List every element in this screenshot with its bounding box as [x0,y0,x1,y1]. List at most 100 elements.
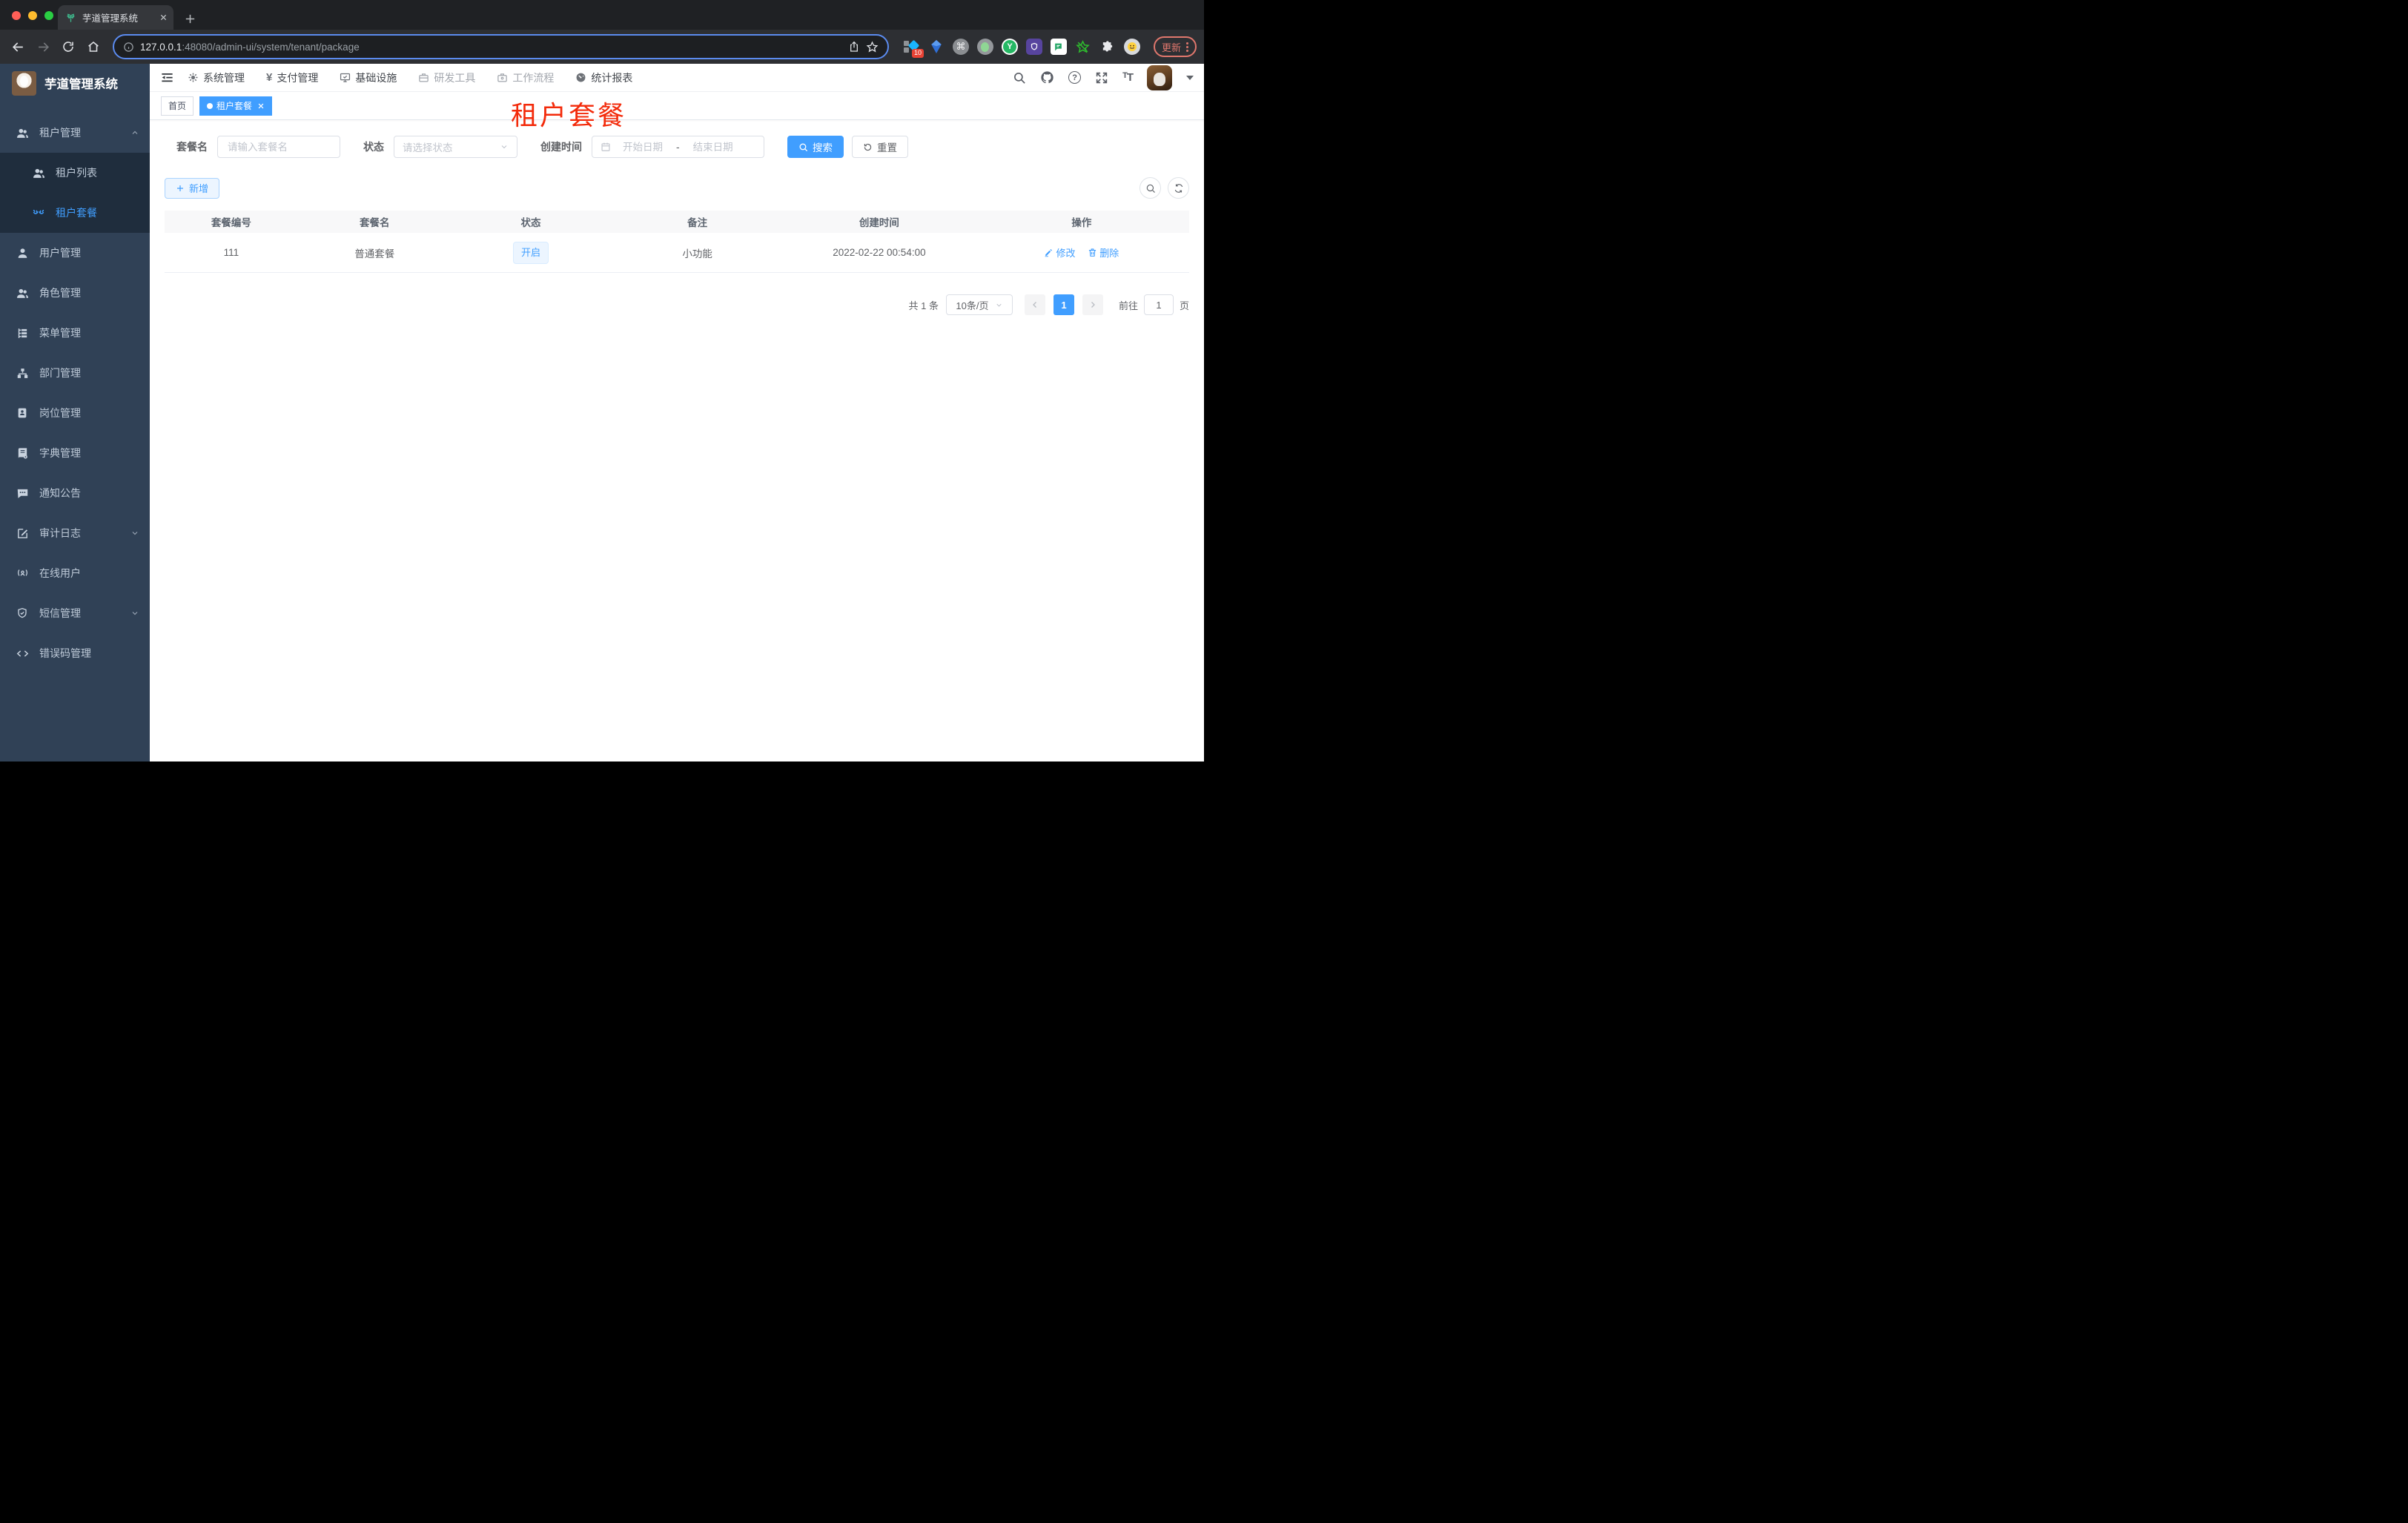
share-icon[interactable] [848,41,860,53]
emoji-extension-icon[interactable] [1123,39,1140,55]
zoom-window-button[interactable] [44,11,53,20]
site-info-icon[interactable] [123,42,134,53]
shield-check-icon [16,607,29,619]
chat-extension-icon[interactable] [1050,39,1067,55]
data-table: 套餐编号 套餐名 状态 备注 创建时间 操作 111 普通套餐 开启 小功能 2… [165,211,1189,273]
update-label: 更新 [1161,42,1181,53]
extension-badge: 10 [911,49,924,58]
sidebar-item-tenant-package[interactable]: 租户套餐 [0,193,150,233]
sidebar-item-sms-management[interactable]: 短信管理 [0,593,150,633]
cell-status: 开启 [452,241,610,264]
github-icon[interactable] [1040,70,1054,85]
sidebar-item-error-code[interactable]: 错误码管理 [0,633,150,673]
yuque-extension-icon[interactable]: Y [1001,39,1018,55]
end-date-input[interactable] [685,140,741,153]
home-icon[interactable] [83,36,104,57]
bookmark-star-icon[interactable] [866,41,879,53]
recorder-extension-icon[interactable] [976,39,993,55]
new-tab-button[interactable] [184,13,196,25]
page-number-button[interactable]: 1 [1053,294,1074,315]
next-page-button[interactable] [1082,294,1103,315]
tag-close-icon[interactable] [257,102,265,110]
avatar-caret-down-icon[interactable] [1186,75,1194,80]
topnav-item-infrastructure[interactable]: 基础设施 [340,70,397,85]
evernote-star-extension-icon[interactable] [1075,39,1091,55]
forward-icon[interactable] [33,36,53,57]
extensions-area: 10 ⌘ Y [903,39,1140,58]
sidebar-submenu-tenant: 租户列表 租户套餐 [0,153,150,233]
start-date-input[interactable] [615,140,670,153]
delete-link[interactable]: 删除 [1088,245,1119,260]
topnav-item-dev-tools[interactable]: 研发工具 [418,70,475,85]
browser-tab[interactable]: 芋道管理系统 [58,5,173,30]
topnav-item-payment[interactable]: ¥ 支付管理 [266,70,318,85]
goto-page: 前往 页 [1119,294,1189,315]
sidebar-item-tenant-list[interactable]: 租户列表 [0,153,150,193]
edit-link[interactable]: 修改 [1044,245,1075,260]
main-area: 系统管理 ¥ 支付管理 基础设施 研发工具 工作流程 统计报表 ? T T 首页… [150,64,1204,762]
users-icon [16,127,29,139]
help-icon[interactable]: ? [1068,71,1082,84]
collapse-sidebar-icon[interactable] [160,70,174,85]
url-bar[interactable]: 127.0.0.1:48080/admin-ui/system/tenant/p… [113,34,889,59]
sidebar-menu: 租户管理 租户列表 租户套餐 用户管理 角色管理 菜单管理 部门管理 岗位管理 … [0,113,150,673]
tag-home[interactable]: 首页 [161,96,194,116]
app-header: 系统管理 ¥ 支付管理 基础设施 研发工具 工作流程 统计报表 ? T T [150,64,1204,92]
sidebar-item-online-users[interactable]: 在线用户 [0,553,150,593]
gear-icon [188,72,199,83]
browser-update-menu-button[interactable]: 更新 [1153,36,1197,57]
sidebar-item-label: 错误码管理 [39,647,91,659]
sidebar-item-tenant-management[interactable]: 租户管理 [0,113,150,153]
header-actions: ? TT [1013,65,1194,90]
favicon-sprout-icon [65,12,76,23]
sidebar-item-label: 用户管理 [39,247,81,259]
chevron-up-icon [130,128,139,137]
goto-page-input[interactable] [1143,294,1174,315]
briefcase-icon [497,72,508,83]
search-form: 套餐名 状态 请选择状态 [176,136,1189,158]
privacy-shield-extension-icon[interactable] [1025,39,1042,55]
prev-page-button[interactable] [1024,294,1045,315]
puzzle-extensions-icon[interactable] [1099,39,1116,55]
app-logo[interactable]: 芋道管理系统 [0,64,150,102]
reset-button[interactable]: 重置 [852,136,908,158]
topnav-item-reports[interactable]: 统计报表 [575,70,632,85]
command-extension-icon[interactable]: ⌘ [952,39,969,55]
user-avatar[interactable] [1147,65,1172,90]
sidebar-item-user-management[interactable]: 用户管理 [0,233,150,273]
date-range-picker[interactable]: - [592,136,764,158]
close-window-button[interactable] [12,11,21,20]
tag-tenant-package[interactable]: 租户套餐 [199,96,273,116]
red-annotation-title: 租户套餐 [511,100,627,131]
sidebar-item-role-management[interactable]: 角色管理 [0,273,150,313]
package-name-input-wrap [217,136,340,158]
reload-icon[interactable] [58,36,79,57]
search-button[interactable]: 搜索 [787,136,844,158]
org-chart-icon [16,367,29,380]
page-size-select[interactable]: 10条/页 [945,294,1013,315]
browser-tab-strip: 芋道管理系统 [0,0,1204,30]
sidebar-item-label: 部门管理 [39,367,81,379]
fullscreen-icon[interactable] [1095,71,1108,85]
tab-close-icon[interactable] [159,13,168,22]
topnav-item-system[interactable]: 系统管理 [188,70,245,85]
add-button[interactable]: 新增 [165,177,220,199]
minimize-window-button[interactable] [28,11,37,20]
font-size-icon[interactable]: TT [1122,71,1134,84]
topnav-item-workflow[interactable]: 工作流程 [497,70,554,85]
refresh-table-button[interactable] [1168,177,1189,199]
back-icon[interactable] [7,36,28,57]
status-select[interactable]: 请选择状态 [394,136,517,158]
search-icon[interactable] [1013,71,1026,85]
sidebar-item-menu-management[interactable]: 菜单管理 [0,313,150,353]
toggle-search-button[interactable] [1140,177,1161,199]
gem-extension-icon[interactable] [928,39,945,55]
package-name-input[interactable] [226,140,331,153]
sidebar-item-notice[interactable]: 通知公告 [0,473,150,513]
tampermonkey-extension-icon[interactable]: 10 [903,39,924,58]
sidebar-item-audit-log[interactable]: 审计日志 [0,513,150,553]
sidebar-item-post-management[interactable]: 岗位管理 [0,393,150,433]
table-toolbar: 新增 [165,177,1189,199]
sidebar-item-department-management[interactable]: 部门管理 [0,353,150,393]
sidebar-item-dict-management[interactable]: 字典管理 [0,433,150,473]
